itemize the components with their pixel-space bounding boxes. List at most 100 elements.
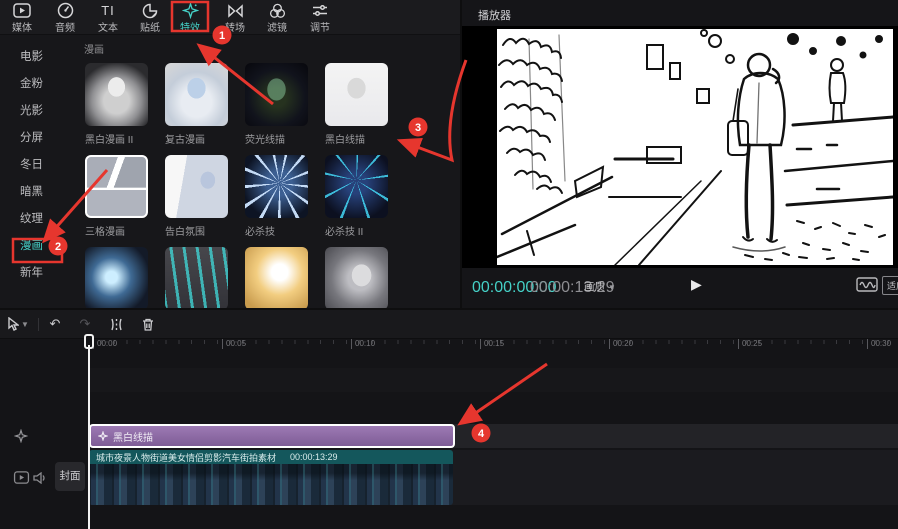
- filter-icon: [256, 2, 298, 19]
- video-clip-header: 城市夜景人物街道美女情侣剪影汽车街拍素材 00:00:13:29: [89, 450, 453, 464]
- timeline-ruler[interactable]: 00:00 00:05 00:10 00:15 00:20 00:25 00:3…: [88, 339, 898, 353]
- fit-button[interactable]: 适应: [882, 276, 898, 295]
- scope-icon[interactable]: [856, 277, 878, 292]
- mute-track-icon[interactable]: [33, 472, 47, 484]
- split-button[interactable]: [107, 315, 125, 333]
- select-tool-chevron[interactable]: ▼: [19, 315, 31, 333]
- player-panel: 播放器: [462, 0, 898, 308]
- ruler-label: 00:05: [222, 339, 246, 349]
- tab-media[interactable]: 媒体: [1, 2, 43, 34]
- ruler-label: 00:20: [609, 339, 633, 349]
- quality-dropdown[interactable]: 画质 ▼: [584, 279, 616, 294]
- section-title: 漫画: [84, 41, 104, 56]
- effect-card-bw-sketch[interactable]: 黑白线描: [325, 63, 395, 146]
- effect-card-bw-comic2[interactable]: 黑白漫画 II: [85, 63, 155, 146]
- effect-card-row3-4[interactable]: [325, 247, 395, 308]
- effect-thumbnail: [325, 63, 388, 126]
- category-split[interactable]: 分屏: [0, 125, 78, 152]
- adjust-icon: [299, 2, 341, 19]
- sticker-icon: [129, 2, 171, 19]
- effect-thumbnail: [165, 63, 228, 126]
- effect-card-ultimate2[interactable]: 必杀技 II: [325, 155, 395, 238]
- category-winter[interactable]: 冬日: [0, 152, 78, 179]
- tab-filter[interactable]: 滤镜: [256, 2, 298, 34]
- effect-card-ultimate[interactable]: 必杀技: [245, 155, 315, 238]
- category-dark[interactable]: 暗黑: [0, 179, 78, 206]
- effect-clip-icon: [98, 431, 108, 441]
- effect-track-icon: [14, 429, 28, 443]
- tab-label: 特效: [169, 19, 211, 34]
- effect-thumbnail: [245, 155, 308, 218]
- video-preview: [497, 29, 893, 265]
- tab-text[interactable]: TI 文本: [87, 2, 129, 34]
- effect-card-row3-3[interactable]: [245, 247, 315, 308]
- effect-thumbnail: [85, 63, 148, 126]
- tab-adjust[interactable]: 调节: [299, 2, 341, 34]
- tab-transition[interactable]: 转场: [214, 2, 256, 34]
- tab-label: 滤镜: [256, 19, 298, 34]
- effect-clip-label: 黑白线描: [113, 429, 153, 444]
- category-gold[interactable]: 金粉: [0, 71, 78, 98]
- effect-card-row3-2[interactable]: [165, 247, 235, 308]
- chevron-down-icon: ▼: [21, 320, 29, 329]
- effect-card-three-panel[interactable]: 三格漫画: [85, 155, 155, 238]
- transition-icon: [214, 2, 256, 19]
- ruler-label: 00:25: [738, 339, 762, 349]
- effect-card-retro-comic[interactable]: 复古漫画: [165, 63, 235, 146]
- timeline-toolbar: [0, 310, 898, 339]
- timeline-panel: ▼ ↶ ↷ 00:00 00:05 00:10 00:15 00:20 00:2…: [0, 310, 898, 529]
- tab-label: 媒体: [1, 19, 43, 34]
- effect-clip[interactable]: 黑白线描: [89, 424, 455, 448]
- ruler-label: 00:00: [93, 339, 117, 349]
- effect-thumbnail: [325, 247, 388, 308]
- tab-label: 贴纸: [129, 19, 171, 34]
- category-newyear[interactable]: 新年: [0, 260, 78, 287]
- redo-button[interactable]: ↷: [76, 315, 94, 333]
- effect-thumbnail: [165, 247, 228, 308]
- effect-card-row3-1[interactable]: [85, 247, 155, 308]
- tab-label: 调节: [299, 19, 341, 34]
- toolbar-divider: [38, 318, 39, 331]
- ruler-label: 00:15: [480, 339, 504, 349]
- effect-card-confession[interactable]: 告白氛围: [165, 155, 235, 238]
- chevron-down-icon: ▼: [608, 283, 616, 292]
- tab-sticker[interactable]: 贴纸: [129, 2, 171, 34]
- lineart-frame: [497, 29, 893, 265]
- app-window: 媒体 音频 TI 文本 贴纸 特效 转场: [0, 0, 898, 529]
- player-title: 播放器: [478, 7, 511, 23]
- category-comic[interactable]: 漫画: [0, 233, 78, 260]
- media-icon: [1, 2, 43, 19]
- video-clip-name: 城市夜景人物街道美女情侣剪影汽车街拍素材: [96, 451, 276, 464]
- tab-label: 文本: [87, 19, 129, 34]
- delete-button[interactable]: [139, 315, 157, 333]
- video-preview-area: [462, 26, 898, 268]
- empty-track-lane: [88, 368, 898, 392]
- video-clip[interactable]: 城市夜景人物街道美女情侣剪影汽车街拍素材 00:00:13:29: [89, 450, 453, 505]
- tab-effects[interactable]: 特效: [169, 2, 211, 34]
- category-light[interactable]: 光影: [0, 98, 78, 125]
- effect-card-neon-sketch[interactable]: 荧光线描: [245, 63, 315, 146]
- tab-audio[interactable]: 音频: [44, 2, 86, 34]
- effect-thumbnail: [85, 155, 148, 218]
- video-filmstrip: [89, 464, 453, 505]
- effect-thumbnail: [325, 155, 388, 218]
- play-button[interactable]: ▶: [691, 276, 702, 293]
- effects-icon: [169, 2, 211, 19]
- audio-icon: [44, 2, 86, 19]
- tab-label: 音频: [44, 19, 86, 34]
- video-track-icon: [13, 471, 30, 484]
- effect-thumbnail: [245, 63, 308, 126]
- effect-thumbnail: [165, 155, 228, 218]
- category-movie[interactable]: 电影: [0, 44, 78, 71]
- ruler-label: 00:10: [351, 339, 375, 349]
- effects-library-panel: 媒体 音频 TI 文本 贴纸 特效 转场: [0, 0, 460, 308]
- playhead-line: [88, 345, 90, 529]
- ruler-label: 00:30: [867, 339, 891, 349]
- undo-button[interactable]: ↶: [46, 315, 64, 333]
- tab-label: 转场: [214, 19, 256, 34]
- effect-thumbnail: [245, 247, 308, 308]
- category-sidebar: 电影 金粉 光影 分屏 冬日 暗黑 纹理 漫画 新年: [0, 44, 78, 287]
- text-icon: TI: [87, 2, 129, 19]
- category-texture[interactable]: 纹理: [0, 206, 78, 233]
- cover-button[interactable]: 封面: [55, 462, 85, 491]
